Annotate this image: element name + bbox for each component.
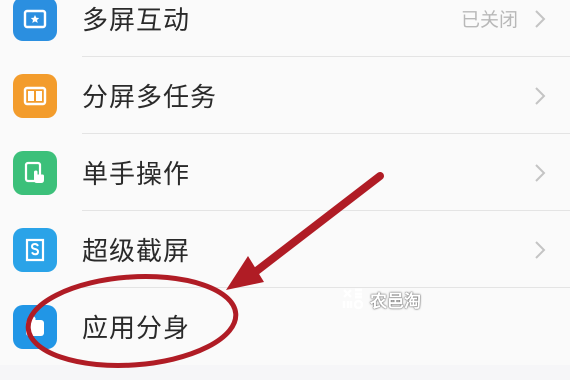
- watermark-logo-icon: [342, 288, 364, 310]
- watermark: 农邑淘: [340, 286, 421, 312]
- one-hand-icon: [13, 150, 57, 195]
- app-clone-icon: [13, 304, 57, 349]
- settings-item-split-screen[interactable]: 分屏多任务: [0, 57, 570, 134]
- settings-list: 多屏互动 已关闭 分屏多任务 单手操作 超级截屏 应用分身: [0, 0, 570, 365]
- watermark-text: 农邑淘: [370, 291, 421, 312]
- settings-item-one-hand[interactable]: 单手操作: [0, 134, 570, 211]
- chevron-right-icon: [535, 9, 546, 28]
- split-screen-icon: [13, 73, 57, 118]
- status-text: 已关闭: [460, 9, 518, 31]
- settings-item-multiscreen[interactable]: 多屏互动 已关闭: [0, 0, 570, 57]
- settings-item-label: 超级截屏: [82, 237, 191, 267]
- multiscreen-icon: [13, 0, 57, 41]
- settings-item-label: 多屏互动: [82, 6, 191, 36]
- settings-item-label: 分屏多任务: [82, 83, 218, 113]
- settings-item-label: 单手操作: [82, 160, 191, 190]
- settings-item-label: 应用分身: [82, 314, 191, 344]
- settings-item-super-screenshot[interactable]: 超级截屏: [0, 211, 570, 288]
- settings-item-app-clone[interactable]: 应用分身: [0, 288, 570, 365]
- chevron-right-icon: [535, 163, 546, 182]
- chevron-right-icon: [535, 240, 546, 259]
- super-screenshot-icon: [13, 227, 57, 272]
- chevron-right-icon: [535, 86, 546, 105]
